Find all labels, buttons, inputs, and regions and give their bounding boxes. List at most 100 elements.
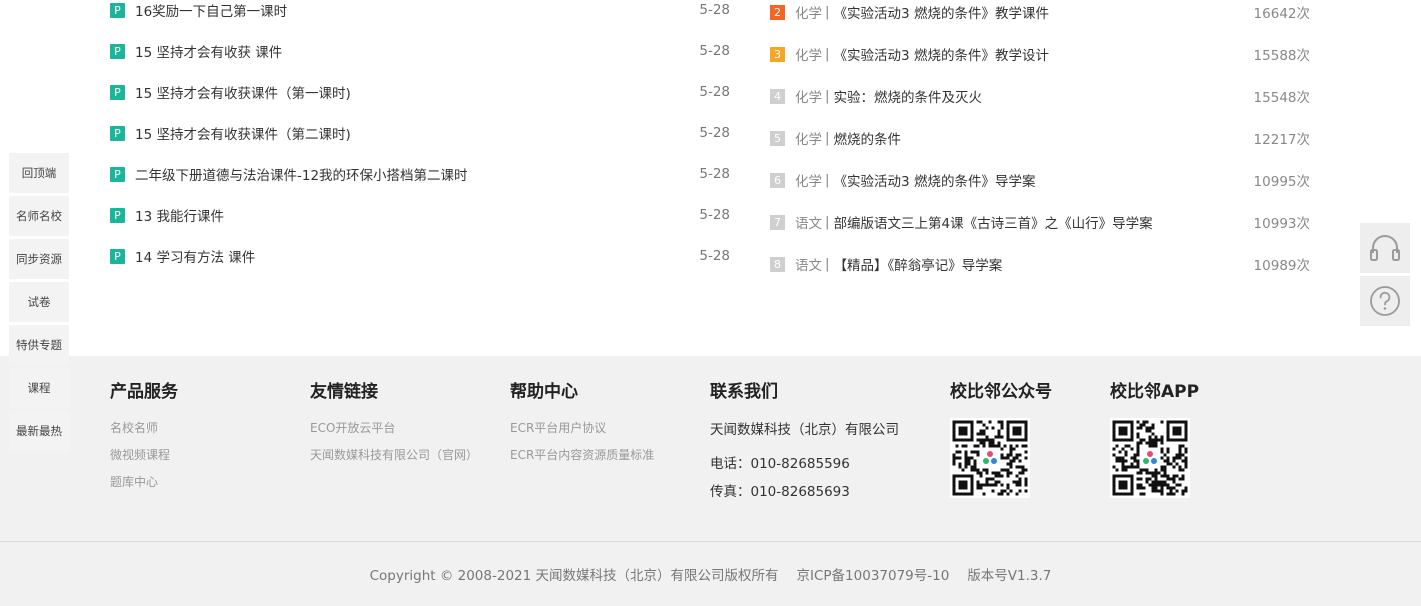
ranking-item[interactable]: 6 化学 | 《实验活动3 燃烧的条件》导学案 10995次 bbox=[770, 170, 1310, 190]
rank-view-count: 10989次 bbox=[1253, 258, 1310, 274]
headset-icon bbox=[1370, 235, 1400, 261]
customer-service-button[interactable] bbox=[1360, 223, 1410, 273]
rank-number: 4 bbox=[770, 88, 785, 104]
rank-separator: | bbox=[825, 88, 830, 104]
rank-title[interactable]: 燃烧的条件 bbox=[834, 128, 902, 148]
resource-item[interactable]: P 13 我能行课件 5-28 bbox=[110, 205, 730, 225]
footer-link-micro-video[interactable]: 微视频课程 bbox=[110, 446, 178, 463]
ranking-item[interactable]: 2 化学 | 《实验活动3 燃烧的条件》教学课件 16642次 bbox=[770, 2, 1310, 22]
resource-item[interactable]: P 15 坚持才会有收获课件（第二课时) 5-28 bbox=[110, 123, 730, 143]
side-nav-courses[interactable]: 课程 bbox=[9, 368, 69, 408]
ppt-badge-icon: P bbox=[110, 2, 125, 18]
ppt-badge-icon: P bbox=[110, 166, 125, 182]
rank-title[interactable]: 《实验活动3 燃烧的条件》教学设计 bbox=[834, 44, 1049, 64]
resource-item[interactable]: P 二年级下册道德与法治课件-12我的环保小搭档第二课时 5-28 bbox=[110, 164, 730, 184]
rank-subject: 化学 bbox=[795, 174, 822, 190]
resource-date: 5-28 bbox=[699, 248, 730, 264]
ranking-item[interactable]: 4 化学 | 实验：燃烧的条件及灭火 15548次 bbox=[770, 86, 1310, 106]
ppt-badge-icon: P bbox=[110, 84, 125, 100]
rank-subject: 化学 bbox=[795, 132, 822, 148]
rank-view-count: 16642次 bbox=[1253, 6, 1310, 22]
rank-separator: | bbox=[825, 46, 830, 62]
ppt-badge-icon: P bbox=[110, 43, 125, 59]
ranking-item[interactable]: 7 语文 | 部编版语文三上第4课《古诗三首》之《山行》导学案 10993次 bbox=[770, 212, 1310, 232]
footer-app: 校比邻APP bbox=[1110, 377, 1199, 419]
rank-title[interactable]: 部编版语文三上第4课《古诗三首》之《山行》导学案 bbox=[834, 212, 1153, 232]
ppt-badge-icon: P bbox=[110, 125, 125, 141]
rank-separator: | bbox=[825, 256, 830, 272]
rank-number: 5 bbox=[770, 130, 785, 146]
footer-link-eco[interactable]: ECO开放云平台 bbox=[310, 419, 478, 436]
ranking-item[interactable]: 8 语文 | 【精品】《醉翁亭记》导学案 10989次 bbox=[770, 254, 1310, 274]
footer-link-user-agreement[interactable]: ECR平台用户协议 bbox=[510, 419, 654, 436]
rank-separator: | bbox=[825, 4, 830, 20]
footer-products-heading: 产品服务 bbox=[110, 382, 178, 402]
resource-date: 5-28 bbox=[699, 84, 730, 100]
rank-number: 3 bbox=[770, 46, 785, 62]
rank-title[interactable]: 实验：燃烧的条件及灭火 bbox=[834, 86, 983, 106]
rank-view-count: 15588次 bbox=[1253, 48, 1310, 64]
footer-divider bbox=[0, 541, 1421, 542]
footer-contact-heading: 联系我们 bbox=[710, 382, 778, 402]
contact-fax: 传真：010-82685693 bbox=[710, 484, 850, 500]
rank-number: 2 bbox=[770, 4, 785, 20]
footer-wechat: 校比邻公众号 bbox=[950, 377, 1052, 419]
resource-title[interactable]: 15 坚持才会有收获 课件 bbox=[135, 41, 282, 61]
footer-link-official-site[interactable]: 天闻数媒科技有限公司（官网） bbox=[310, 446, 478, 463]
footer-help-heading: 帮助中心 bbox=[510, 382, 578, 402]
contact-phone: 电话：010-82685596 bbox=[710, 456, 850, 472]
footer-link-famous[interactable]: 名校名师 bbox=[110, 419, 178, 436]
resource-title[interactable]: 15 坚持才会有收获课件（第二课时) bbox=[135, 123, 351, 143]
resource-title[interactable]: 15 坚持才会有收获课件（第一课时) bbox=[135, 82, 351, 102]
resource-item[interactable]: P 16奖励一下自己第一课时 5-28 bbox=[110, 0, 730, 20]
footer-link-quality-standard[interactable]: ECR平台内容资源质量标准 bbox=[510, 446, 654, 463]
resource-date: 5-28 bbox=[699, 166, 730, 182]
resource-date: 5-28 bbox=[699, 125, 730, 141]
resource-item[interactable]: P 15 坚持才会有收获 课件 5-28 bbox=[110, 41, 730, 61]
side-nav-famous-teachers[interactable]: 名师名校 bbox=[9, 196, 69, 236]
side-nav-sync-resources[interactable]: 同步资源 bbox=[9, 239, 69, 279]
rank-number: 6 bbox=[770, 172, 785, 188]
side-nav-special-topics[interactable]: 特供专题 bbox=[9, 325, 69, 365]
rank-title[interactable]: 《实验活动3 燃烧的条件》导学案 bbox=[834, 170, 1036, 190]
footer-app-heading: 校比邻APP bbox=[1110, 382, 1200, 402]
ppt-badge-icon: P bbox=[110, 207, 125, 223]
help-button[interactable] bbox=[1360, 276, 1410, 326]
resource-date: 5-28 bbox=[699, 207, 730, 223]
resource-title[interactable]: 14 学习有方法 课件 bbox=[135, 246, 255, 266]
resource-title[interactable]: 13 我能行课件 bbox=[135, 205, 224, 225]
copyright-text: Copyright © 2008-2021 天闻数媒科技（北京）有限公司版权所有 bbox=[369, 568, 779, 584]
footer-contact: 联系我们 天闻数媒科技（北京）有限公司 电话：010-82685596 传真：0… bbox=[710, 377, 899, 500]
rank-separator: | bbox=[825, 172, 830, 188]
version-number: 版本号V1.3.7 bbox=[967, 568, 1052, 584]
rank-separator: | bbox=[825, 214, 830, 230]
resource-date: 5-28 bbox=[699, 43, 730, 59]
icp-number[interactable]: 京ICP备10037079号-10 bbox=[797, 568, 950, 584]
rank-subject: 语文 bbox=[795, 258, 822, 274]
rank-subject: 化学 bbox=[795, 48, 822, 64]
rank-view-count: 12217次 bbox=[1253, 132, 1310, 148]
footer-help: 帮助中心 ECR平台用户协议 ECR平台内容资源质量标准 bbox=[510, 377, 654, 473]
wechat-qr-code bbox=[950, 418, 1030, 498]
resource-item[interactable]: P 15 坚持才会有收获课件（第一课时) 5-28 bbox=[110, 82, 730, 102]
resource-date: 5-28 bbox=[699, 2, 730, 18]
resource-title[interactable]: 16奖励一下自己第一课时 bbox=[135, 0, 287, 20]
footer-link-question-bank[interactable]: 题库中心 bbox=[110, 473, 178, 490]
app-qr-code bbox=[1110, 418, 1190, 498]
contact-company: 天闻数媒科技（北京）有限公司 bbox=[710, 422, 899, 438]
rank-view-count: 10995次 bbox=[1253, 174, 1310, 190]
side-nav-back-to-top[interactable]: 回顶端 bbox=[9, 153, 69, 193]
resource-title[interactable]: 二年级下册道德与法治课件-12我的环保小搭档第二课时 bbox=[135, 164, 468, 184]
ranking-item[interactable]: 5 化学 | 燃烧的条件 12217次 bbox=[770, 128, 1310, 148]
rank-title[interactable]: 【精品】《醉翁亭记》导学案 bbox=[834, 254, 1003, 274]
rank-view-count: 15548次 bbox=[1253, 90, 1310, 106]
ranking-item[interactable]: 3 化学 | 《实验活动3 燃烧的条件》教学设计 15588次 bbox=[770, 44, 1310, 64]
side-nav-papers[interactable]: 试卷 bbox=[9, 282, 69, 322]
footer-friends: 友情链接 ECO开放云平台 天闻数媒科技有限公司（官网） bbox=[310, 377, 478, 473]
footer-products: 产品服务 名校名师 微视频课程 题库中心 bbox=[110, 377, 178, 500]
rank-title[interactable]: 《实验活动3 燃烧的条件》教学课件 bbox=[834, 2, 1049, 22]
resource-item[interactable]: P 14 学习有方法 课件 5-28 bbox=[110, 246, 730, 266]
rank-subject: 语文 bbox=[795, 216, 822, 232]
question-icon bbox=[1370, 286, 1400, 316]
side-nav-latest-hot[interactable]: 最新最热 bbox=[9, 411, 69, 451]
